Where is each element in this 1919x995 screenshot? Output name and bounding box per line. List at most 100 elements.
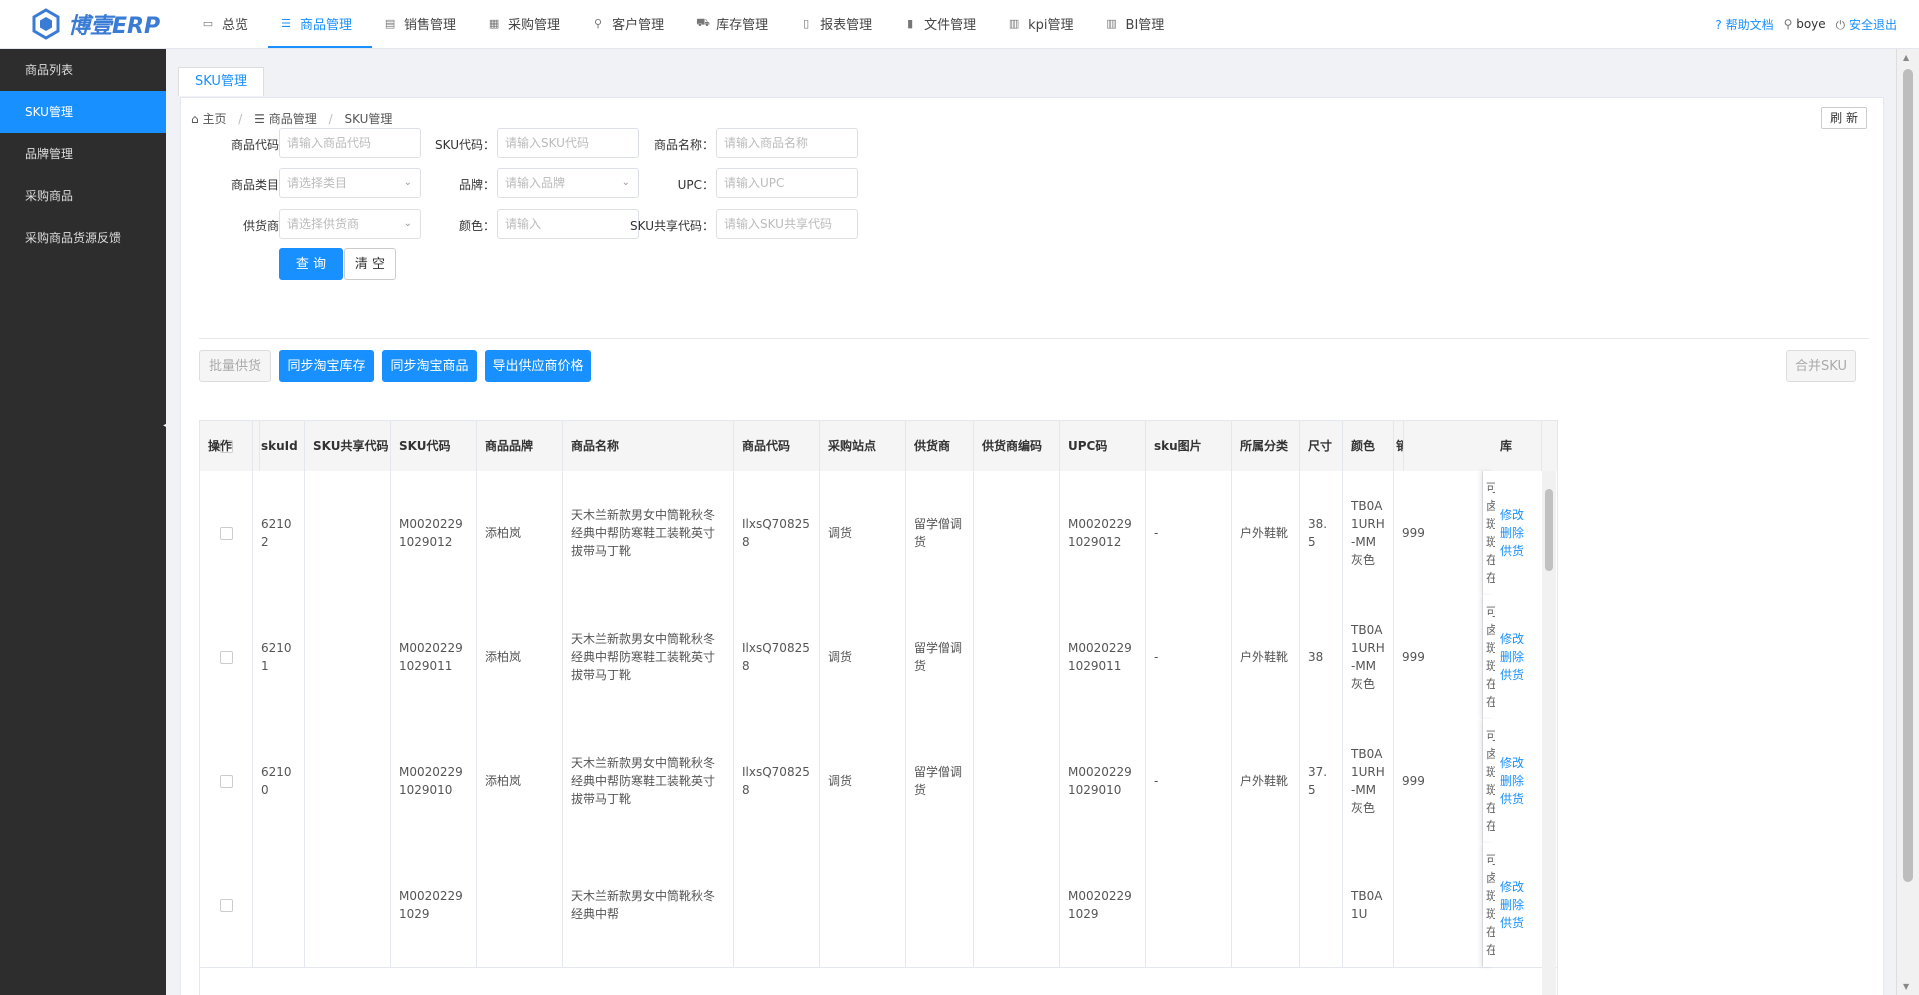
- row-checkbox-cell: [200, 595, 253, 719]
- nav-item-5[interactable]: ⛟ 库存管理: [684, 0, 788, 48]
- user-menu[interactable]: ⚲ boye: [1784, 17, 1826, 31]
- sidebar-item-4[interactable]: 采购商品货源反馈: [0, 217, 166, 259]
- breadcrumb-section[interactable]: 商品管理: [269, 112, 317, 126]
- help-link[interactable]: ? 帮助文档: [1715, 16, 1773, 33]
- column-header: 采购站点: [820, 421, 906, 471]
- cell-size: 37.5: [1300, 719, 1343, 843]
- cell-share: [305, 471, 391, 595]
- nav-item-label: 文件管理: [924, 17, 977, 33]
- column-header: 操作: [200, 421, 260, 471]
- cell-supplier: 留学僧调货: [906, 719, 974, 843]
- nav-item-3[interactable]: ▦ 采购管理: [476, 0, 580, 48]
- nav-item-4[interactable]: ⚲ 客户管理: [580, 0, 684, 48]
- file-icon: ▮: [907, 16, 914, 30]
- chart-icon: ▥: [1008, 16, 1020, 30]
- merge-sku-button[interactable]: 合并SKU: [1786, 350, 1856, 382]
- cell-img: -: [1146, 595, 1232, 719]
- tab-sku-management[interactable]: SKU管理: [178, 67, 264, 96]
- cell-img: -: [1146, 471, 1232, 595]
- sync-taobao-goods-button[interactable]: 同步淘宝商品: [382, 350, 477, 382]
- nav-item-1[interactable]: ☰ 商品管理: [268, 0, 373, 48]
- nav-item-label: BI管理: [1125, 17, 1165, 33]
- cell-price: 999: [1394, 719, 1483, 843]
- top-right-links: ? 帮助文档 ⚲ boye ⏻ 安全退出: [1705, 0, 1897, 48]
- batch-supply-button[interactable]: 批量供货: [199, 350, 271, 382]
- cell-upc: M00202291029011: [1060, 595, 1146, 719]
- nav-item-8[interactable]: ▥ kpi管理: [996, 0, 1093, 48]
- nav-item-9[interactable]: ▥ BI管理: [1094, 0, 1185, 48]
- scroll-up-icon[interactable]: ▲: [1903, 53, 1909, 62]
- cell-code: IlxsQ708258: [734, 471, 820, 595]
- column-header: 销售价格(元): [1394, 421, 1404, 471]
- brand-placeholder: 请输入品牌: [505, 176, 566, 190]
- row-checkbox[interactable]: [219, 774, 233, 788]
- scroll-down-icon[interactable]: ▼: [1903, 982, 1909, 991]
- main-content: SKU管理 ⌂ 主页 / ☰ 商品管理 / SKU管理 刷 新 商品代码： 请输…: [166, 49, 1896, 995]
- breadcrumb-home[interactable]: 主页: [202, 112, 226, 126]
- sku-share-code-input[interactable]: 请输入SKU共享代码: [716, 209, 858, 239]
- user-icon: ⚲: [1783, 17, 1793, 31]
- table-row: 62101 M00202291029011 添柏岚 天木兰新款男女中筒靴秋冬经典中帮防…: [200, 595, 1557, 720]
- column-header: UPC码: [1060, 421, 1146, 471]
- cell-upc: M00202291029010: [1060, 719, 1146, 843]
- sidebar-item-3[interactable]: 采购商品: [0, 175, 166, 217]
- product-name-input[interactable]: 请输入商品名称: [716, 128, 858, 158]
- breadcrumb-separator: /: [238, 112, 243, 126]
- clipboard-icon: ▤: [384, 16, 396, 30]
- brand-label: 品牌：: [458, 178, 495, 192]
- page-tabs: SKU管理: [178, 67, 264, 97]
- supplier-label: 供货商：: [242, 219, 291, 233]
- logout-link[interactable]: ⏻ 安全退出: [1836, 16, 1897, 33]
- sidebar-item-2[interactable]: 品牌管理: [0, 133, 166, 175]
- row-checkbox-cell: [200, 843, 253, 967]
- sidebar: 商品列表 SKU管理 品牌管理 采购商品 采购商品货源反馈: [0, 49, 166, 995]
- table-scrollbar[interactable]: [1542, 471, 1556, 995]
- nav-item-6[interactable]: ▯ 报表管理: [788, 0, 892, 48]
- table-row: 62100 M00202291029010 添柏岚 天木兰新款男女中筒靴秋冬经典中帮防…: [200, 719, 1557, 844]
- cell-sku: M00202291029011: [391, 595, 477, 719]
- cell-size: 38: [1300, 595, 1343, 719]
- cell-img: -: [1146, 719, 1232, 843]
- column-header: 颜色: [1343, 421, 1394, 471]
- sync-taobao-stock-button[interactable]: 同步淘宝库存: [279, 350, 374, 382]
- cell-skuId: [253, 843, 305, 967]
- cell-brand: 添柏岚: [477, 595, 563, 719]
- filter-divider: [199, 338, 1869, 339]
- user-name: boye: [1796, 17, 1826, 31]
- column-header: 尺寸: [1300, 421, 1343, 471]
- column-header: SKU代码: [391, 421, 477, 471]
- cell-supplier: 留学僧调货: [906, 471, 974, 595]
- sidebar-item-1[interactable]: SKU管理: [0, 91, 166, 133]
- nav-item-0[interactable]: ▭ 总览: [190, 0, 268, 48]
- grid-icon: ▦: [488, 16, 500, 30]
- cell-sku: M00202291029012: [391, 471, 477, 595]
- table-scrollbar-thumb[interactable]: [1545, 489, 1553, 571]
- nav-item-2[interactable]: ▤ 销售管理: [372, 0, 476, 48]
- cart-icon: ⛟: [696, 15, 710, 29]
- cell-skuId: 62101: [253, 595, 305, 719]
- cell-price: 999: [1394, 595, 1483, 719]
- cell-supplier-code: [974, 843, 1060, 967]
- page-scrollbar[interactable]: ▲ ▼: [1896, 49, 1919, 995]
- row-checkbox[interactable]: [219, 650, 233, 664]
- column-header: 库: [1492, 421, 1542, 471]
- export-supplier-price-button[interactable]: 导出供应商价格: [485, 350, 591, 382]
- refresh-button[interactable]: 刷 新: [1821, 107, 1867, 129]
- column-header: 商品名称: [563, 421, 734, 471]
- monitor-icon: ▭: [202, 16, 214, 30]
- upc-input[interactable]: 请输入UPC: [716, 168, 858, 198]
- row-checkbox[interactable]: [219, 898, 233, 912]
- column-header: skuId: [253, 421, 305, 471]
- product-name-label: 商品名称：: [653, 138, 714, 152]
- logo[interactable]: 博壹ERP: [30, 8, 160, 40]
- nav-item-7[interactable]: ▮ 文件管理: [892, 0, 996, 48]
- query-button[interactable]: 查 询: [279, 248, 343, 280]
- cell-share: [305, 843, 391, 967]
- page-scrollbar-thumb[interactable]: [1903, 69, 1913, 882]
- cell-category: 户外鞋靴: [1232, 595, 1300, 719]
- row-checkbox[interactable]: [219, 526, 233, 540]
- cell-brand: 添柏岚: [477, 719, 563, 843]
- clear-button[interactable]: 清 空: [344, 248, 396, 280]
- breadcrumb-separator: /: [328, 112, 333, 126]
- sidebar-item-0[interactable]: 商品列表: [0, 49, 166, 91]
